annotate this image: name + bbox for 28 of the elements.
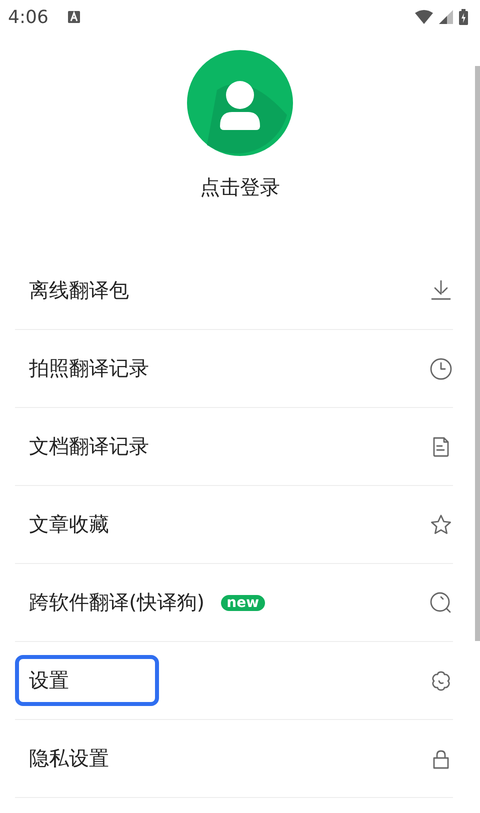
menu-item[interactable]: 隐私设置 <box>15 720 453 798</box>
menu-label: 文档翻译记录 <box>28 433 150 460</box>
wifi-icon <box>415 10 433 24</box>
new-badge: new <box>220 594 266 610</box>
menu-label: 离线翻译包 <box>28 277 130 304</box>
menu-label: 隐私设置 <box>28 745 110 772</box>
signal-icon <box>439 10 453 24</box>
search-icon <box>429 590 453 614</box>
clock-icon <box>429 356 453 380</box>
settings-icon <box>429 668 453 692</box>
avatar-icon[interactable] <box>187 50 293 156</box>
status-time: 4:06 <box>8 6 48 28</box>
notification-icon <box>68 11 80 23</box>
menu-label: 设置 <box>15 655 159 706</box>
menu-item[interactable]: 文章收藏 <box>15 486 453 564</box>
login-link[interactable]: 点击登录 <box>200 174 280 201</box>
battery-icon <box>459 9 468 25</box>
menu-item[interactable]: 跨软件翻译(快译狗) new <box>15 564 453 642</box>
menu-item[interactable]: 文档翻译记录 <box>15 408 453 486</box>
menu-label: 跨软件翻译(快译狗) <box>28 589 206 616</box>
star-icon <box>429 512 453 536</box>
menu-item[interactable]: 设置 <box>15 642 453 720</box>
menu-item[interactable]: 离线翻译包 <box>15 252 453 330</box>
download-icon <box>429 278 453 302</box>
menu-label: 拍照翻译记录 <box>28 355 150 382</box>
menu-label: 文章收藏 <box>28 511 110 538</box>
scrollbar[interactable] <box>475 66 480 641</box>
menu-item[interactable]: 拍照翻译记录 <box>15 330 453 408</box>
